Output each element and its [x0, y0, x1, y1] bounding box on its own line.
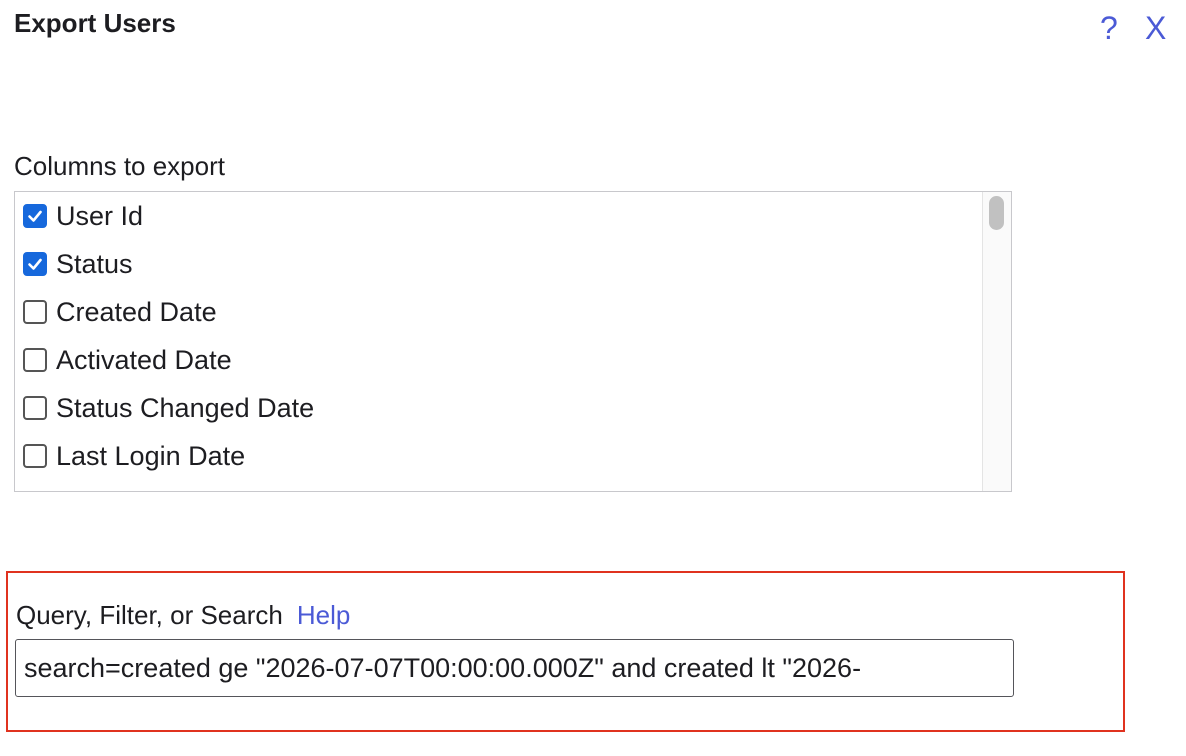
column-item-activated-date[interactable]: Activated Date	[23, 336, 232, 384]
column-item-label: Status Changed Date	[56, 393, 315, 423]
column-item-label: Status	[56, 249, 133, 279]
column-item-created-date[interactable]: Created Date	[23, 288, 217, 336]
column-item-partial[interactable]	[23, 480, 56, 491]
scrollbar[interactable]	[982, 192, 1011, 491]
checkbox-unchecked[interactable]	[23, 444, 47, 468]
close-icon[interactable]: X	[1145, 10, 1166, 46]
dialog-title: Export Users	[14, 8, 176, 38]
column-item-label: Last Login Date	[56, 441, 246, 471]
columns-to-export-label: Columns to export	[14, 151, 225, 181]
column-item-status[interactable]: Status	[23, 240, 133, 288]
checkbox-checked[interactable]	[23, 204, 47, 228]
checkbox-unchecked[interactable]	[23, 396, 47, 420]
column-item-status-changed-date[interactable]: Status Changed Date	[23, 384, 314, 432]
column-item-last-login-date[interactable]: Last Login Date	[23, 432, 245, 480]
query-section-highlight: Query, Filter, or Search Help	[6, 571, 1125, 732]
column-item-label: User Id	[56, 201, 144, 231]
checkbox-unchecked[interactable]	[23, 348, 47, 372]
columns-list[interactable]: User Id Status Created Date Activated Da…	[14, 191, 1012, 492]
column-item-user-id[interactable]: User Id	[23, 192, 143, 240]
export-users-dialog: Export Users ? X Columns to export User …	[0, 0, 1186, 756]
query-label: Query, Filter, or Search	[16, 600, 283, 630]
help-link[interactable]: Help	[297, 600, 350, 630]
column-item-label: Created Date	[56, 297, 217, 327]
checkbox-checked[interactable]	[23, 252, 47, 276]
checkbox-unchecked[interactable]	[23, 300, 47, 324]
help-icon[interactable]: ?	[1100, 10, 1118, 46]
query-input[interactable]	[15, 639, 1014, 697]
query-label-row: Query, Filter, or Search Help	[16, 598, 350, 632]
scrollbar-thumb[interactable]	[989, 196, 1004, 230]
column-item-label: Activated Date	[56, 345, 232, 375]
